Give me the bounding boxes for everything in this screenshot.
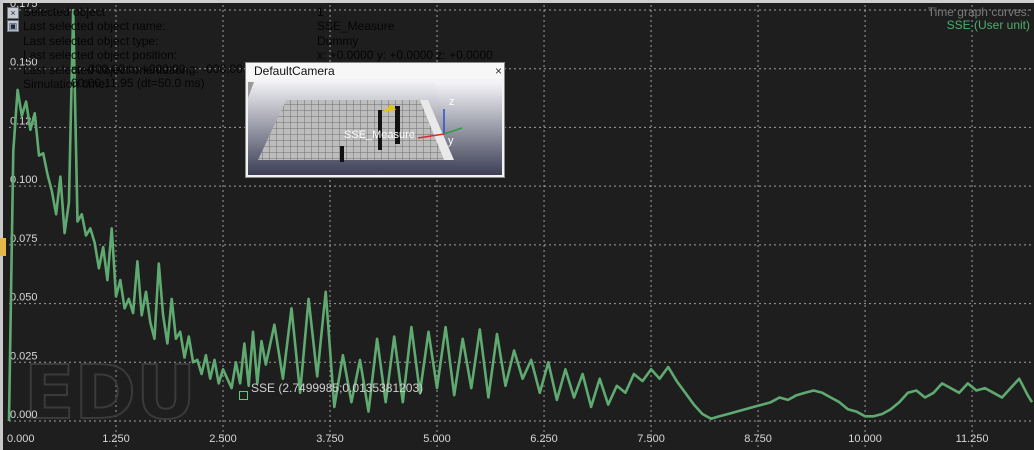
dock-tab[interactable] [0, 238, 6, 256]
camera-view-window[interactable]: DefaultCamera × SSE_Measure z y [245, 62, 505, 178]
left-border-strip [0, 0, 3, 450]
x-tick-label: 10.000 [848, 433, 882, 445]
info-label: Selected object [23, 5, 106, 19]
x-tick-label: 2.500 [209, 433, 237, 445]
camera-3d-scene[interactable]: SSE_Measure z y [248, 80, 502, 175]
y-tick-label: 0.025 [10, 350, 38, 362]
x-tick-label: 0.000 [7, 433, 35, 445]
info-label: Last selected object orientation: [23, 62, 192, 77]
info-value: Dummy [317, 33, 359, 48]
x-tick-label: 7.500 [637, 433, 665, 445]
info-label: Last selected object type: [23, 33, 159, 48]
camera-window-title[interactable]: DefaultCamera [246, 63, 504, 79]
info-label: Simulation time: [23, 76, 109, 91]
x-tick-label: 8.750 [744, 433, 772, 445]
info-label: Last selected object name: [23, 19, 166, 34]
x-tick-label: 1.250 [102, 433, 130, 445]
top-border-strip [0, 0, 1034, 3]
info-value: SSE_Measure [317, 19, 395, 34]
curve-cursor-marker[interactable] [239, 391, 248, 400]
x-tick-label: 6.250 [530, 433, 558, 445]
camera-window-close-button[interactable]: × [495, 63, 502, 79]
info-value: x: +0.0000 y: +0.0000 z: +0.0000 [317, 48, 493, 63]
x-tick-label: 5.000 [423, 433, 451, 445]
legend-entry-sse[interactable]: SSE (User unit) [928, 19, 1030, 32]
z-axis-label: z [449, 96, 455, 108]
robot-leg-left [340, 146, 344, 162]
edu-watermark: EDU [24, 350, 196, 436]
y-axis-label: y [448, 135, 454, 147]
info-value: 1 [317, 5, 324, 19]
x-tick-label: 11.250 [956, 433, 989, 445]
y-tick-label: 0.050 [10, 292, 38, 304]
x-tick-label: 3.750 [316, 433, 344, 445]
close-graph-button[interactable]: × [7, 7, 19, 19]
y-tick-label: 0.000 [10, 409, 38, 421]
scene-object-label: SSE_Measure [344, 129, 415, 141]
graph-options-button[interactable]: ▣ [7, 20, 19, 32]
graph-legend: Time graph curves: SSE (User unit) [928, 6, 1030, 32]
info-label: Last selected object position: [23, 48, 178, 63]
y-tick-label: 0.075 [10, 233, 38, 245]
curve-cursor-readout: SSE (2.7499985;0.0135381203) [251, 381, 424, 395]
